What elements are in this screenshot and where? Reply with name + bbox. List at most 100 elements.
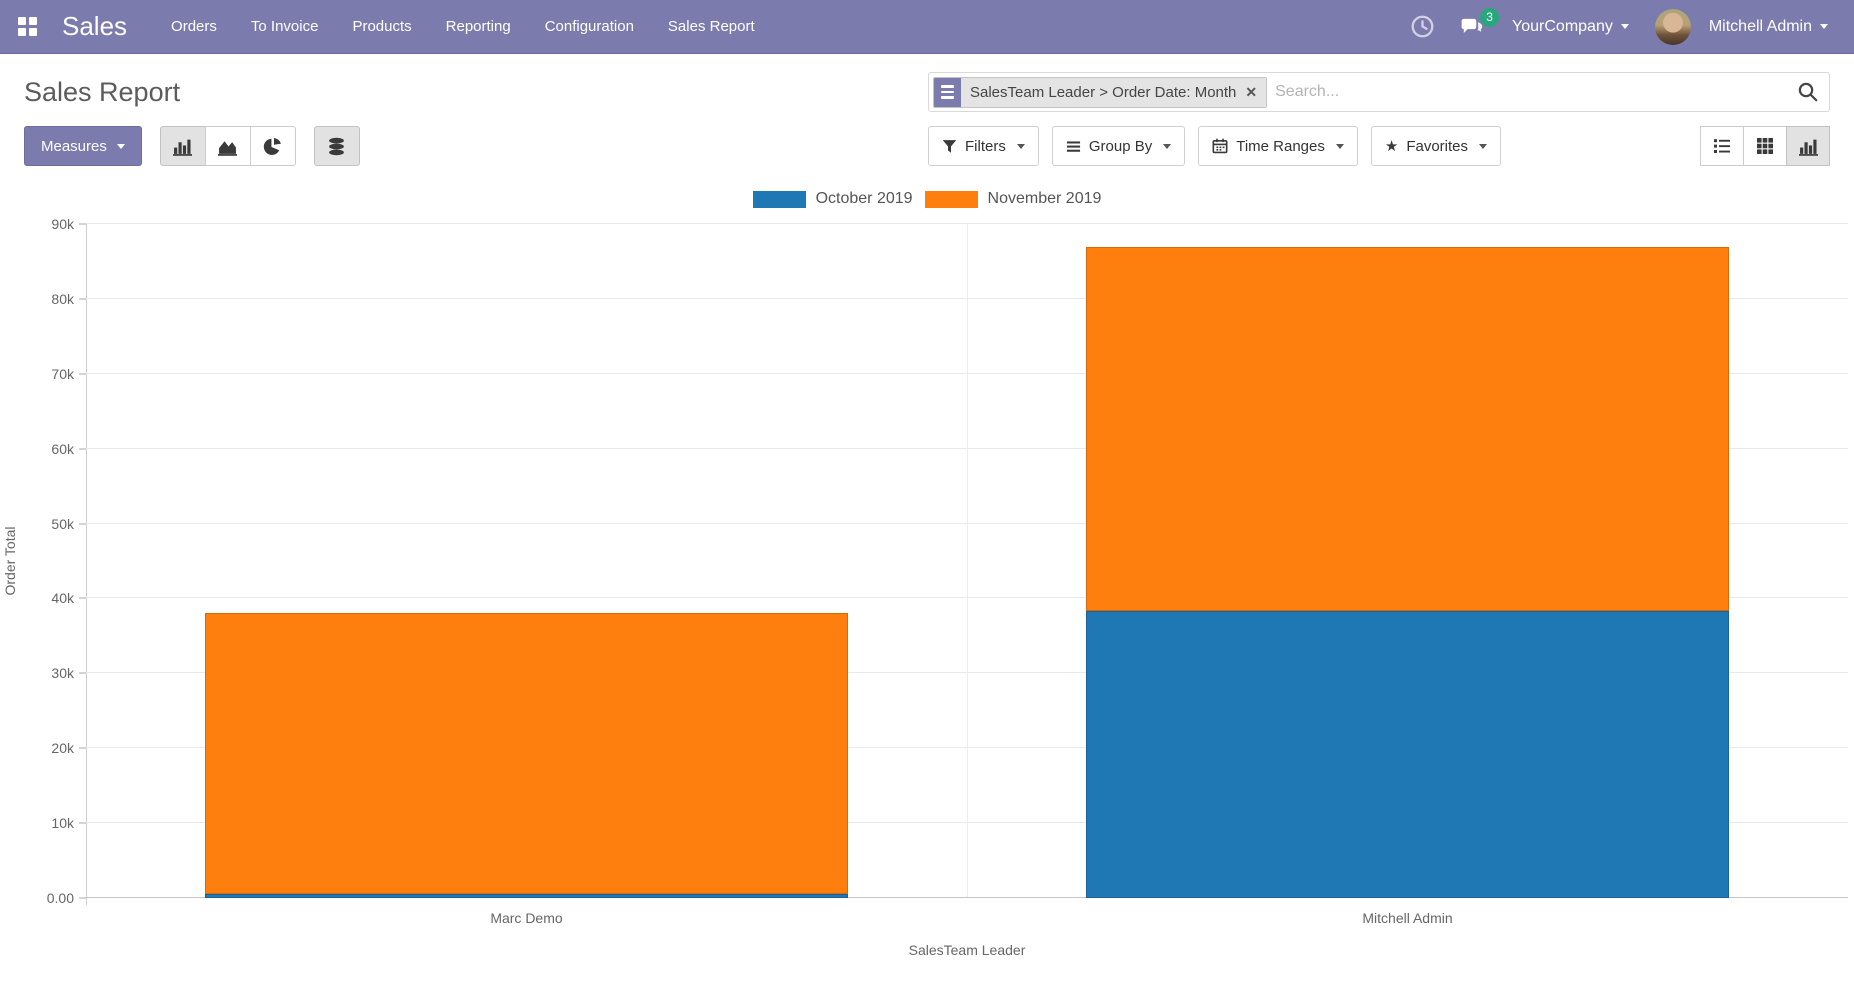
measures-label: Measures xyxy=(41,138,107,155)
y-tick-mark xyxy=(79,224,86,225)
menu-item-to-invoice[interactable]: To Invoice xyxy=(251,14,319,39)
y-tick-label: 90k xyxy=(51,216,74,232)
bar-segment[interactable] xyxy=(205,894,848,898)
star-icon: ★ xyxy=(1385,139,1398,154)
activities-button[interactable] xyxy=(1411,15,1434,38)
area-chart-icon xyxy=(218,137,237,156)
apps-menu-button[interactable] xyxy=(0,0,54,54)
filters-button[interactable]: Filters xyxy=(928,126,1039,166)
measures-button[interactable]: Measures xyxy=(24,126,142,166)
group-by-label: Group By xyxy=(1089,138,1152,155)
menu-item-products[interactable]: Products xyxy=(352,14,411,39)
legend-swatch-icon xyxy=(753,191,806,208)
pivot-view-button[interactable] xyxy=(1743,126,1787,166)
chevron-down-icon xyxy=(1820,24,1828,29)
y-tick-label: 50k xyxy=(51,516,74,532)
graph-toolbar: Measures xyxy=(24,126,928,166)
bar-chart-icon xyxy=(1799,137,1818,156)
legend-item[interactable]: October 2019 xyxy=(753,190,913,208)
search-input[interactable] xyxy=(1267,83,1797,101)
y-tick-mark xyxy=(79,523,86,524)
chevron-down-icon xyxy=(1017,144,1025,149)
time-ranges-button[interactable]: Time Ranges xyxy=(1198,126,1358,166)
y-axis-line xyxy=(86,224,87,905)
facet-remove-icon[interactable]: ✕ xyxy=(1245,85,1257,99)
pie-chart-button[interactable] xyxy=(250,126,296,166)
menu-item-reporting[interactable]: Reporting xyxy=(446,14,511,39)
chart-legend: October 2019 November 2019 xyxy=(0,190,1854,208)
clock-icon xyxy=(1411,15,1434,38)
calendar-icon xyxy=(1212,138,1228,154)
facet-groupby-icon xyxy=(934,78,961,107)
facet-label: SalesTeam Leader > Order Date: Month xyxy=(970,84,1236,101)
y-axis-title: Order Total xyxy=(2,527,18,596)
menu-item-orders[interactable]: Orders xyxy=(171,14,217,39)
bar-chart-icon xyxy=(173,137,192,156)
grid-icon xyxy=(1756,137,1774,155)
category-divider-line xyxy=(967,224,968,898)
company-switcher[interactable]: YourCompany xyxy=(1512,18,1629,36)
graph-view-button[interactable] xyxy=(1786,126,1830,166)
x-axis-title: SalesTeam Leader xyxy=(909,942,1026,958)
main-menu: Orders To Invoice Products Reporting Con… xyxy=(171,14,755,39)
app-brand[interactable]: Sales xyxy=(62,11,127,42)
y-tick-label: 70k xyxy=(51,366,74,382)
bar-segment[interactable] xyxy=(1086,247,1729,611)
list-view-button[interactable] xyxy=(1700,126,1744,166)
legend-label: November 2019 xyxy=(988,190,1102,208)
chevron-down-icon xyxy=(1479,144,1487,149)
y-tick-mark xyxy=(79,298,86,299)
menu-item-configuration[interactable]: Configuration xyxy=(545,14,634,39)
y-tick-mark xyxy=(79,748,86,749)
graph-view: October 2019 November 2019 Order Total Ma… xyxy=(0,180,1854,972)
chevron-down-icon xyxy=(1163,144,1171,149)
stacked-icon xyxy=(327,137,346,156)
list-icon xyxy=(1713,137,1731,155)
favorites-label: Favorites xyxy=(1406,138,1468,155)
bars-icon xyxy=(1066,139,1081,154)
x-tick-label: Marc Demo xyxy=(490,910,562,926)
filter-icon xyxy=(942,139,957,154)
y-tick-mark xyxy=(79,373,86,374)
y-tick-label: 10k xyxy=(51,815,74,831)
apps-grid-icon xyxy=(18,17,37,36)
control-panel: Sales Report SalesTeam Leader > Order Da… xyxy=(0,54,1854,180)
menu-item-sales-report[interactable]: Sales Report xyxy=(668,14,755,39)
user-menu[interactable]: Mitchell Admin xyxy=(1655,9,1828,45)
y-tick-label: 0.00 xyxy=(47,890,74,906)
chart-type-group xyxy=(160,126,296,166)
group-by-button[interactable]: Group By xyxy=(1052,126,1185,166)
top-navbar: Sales Orders To Invoice Products Reporti… xyxy=(0,0,1854,54)
search-options-row: Filters Group By Time Ranges xyxy=(928,126,1830,166)
stacked-toggle-button[interactable] xyxy=(314,126,360,166)
bar-chart-button[interactable] xyxy=(160,126,206,166)
favorites-button[interactable]: ★ Favorites xyxy=(1371,126,1501,166)
y-tick-mark xyxy=(79,448,86,449)
legend-label: October 2019 xyxy=(816,190,913,208)
search-submit[interactable] xyxy=(1797,81,1819,103)
bar-segment[interactable] xyxy=(1086,611,1729,898)
messages-button[interactable]: 3 xyxy=(1460,17,1486,37)
user-name: Mitchell Admin xyxy=(1709,18,1812,36)
y-tick-label: 30k xyxy=(51,665,74,681)
y-tick-mark xyxy=(79,898,86,899)
message-count-badge: 3 xyxy=(1480,8,1499,27)
x-tick-label: Mitchell Admin xyxy=(1362,910,1452,926)
plot-area: Order Total Marc DemoMitchell Admin Sale… xyxy=(86,224,1848,898)
search-bar: SalesTeam Leader > Order Date: Month ✕ xyxy=(928,72,1830,112)
avatar xyxy=(1655,9,1691,45)
y-tick-mark xyxy=(79,598,86,599)
chevron-down-icon xyxy=(1336,144,1344,149)
legend-swatch-icon xyxy=(925,191,978,208)
y-tick-label: 20k xyxy=(51,740,74,756)
bar-segment[interactable] xyxy=(205,613,848,894)
search-icon xyxy=(1797,81,1819,103)
legend-item[interactable]: November 2019 xyxy=(925,190,1102,208)
area-chart-button[interactable] xyxy=(205,126,251,166)
company-name: YourCompany xyxy=(1512,18,1613,36)
y-tick-mark xyxy=(79,823,86,824)
search-facet[interactable]: SalesTeam Leader > Order Date: Month ✕ xyxy=(933,77,1267,108)
view-switcher xyxy=(1701,126,1830,166)
pie-chart-icon xyxy=(263,137,282,156)
y-tick-mark xyxy=(79,673,86,674)
